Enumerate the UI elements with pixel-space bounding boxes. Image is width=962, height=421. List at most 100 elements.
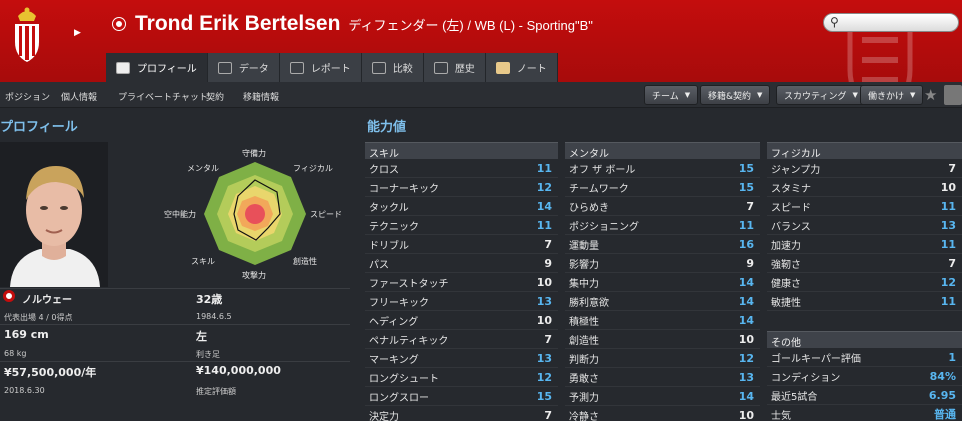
- tab-compare[interactable]: 比較: [361, 53, 424, 82]
- star-icon[interactable]: ★: [924, 86, 937, 104]
- attribute-value: 12: [536, 370, 552, 384]
- nav-arrow-icon[interactable]: ▶: [74, 28, 81, 38]
- interaction-button[interactable]: 働きかけ ▼: [860, 85, 924, 105]
- attribute-row[interactable]: 健康さ 12: [767, 273, 962, 292]
- attribute-value: 13: [940, 218, 956, 232]
- attribute-row[interactable]: スピード 11: [767, 197, 962, 216]
- transfer-contract-button[interactable]: 移籍&契約 ▼: [700, 85, 771, 105]
- attribute-value: 14: [536, 199, 552, 213]
- scouting-button[interactable]: スカウティング ▼: [776, 85, 866, 105]
- attribute-row[interactable]: スタミナ 10: [767, 178, 962, 197]
- skill-attributes-table: スキル クロス 11 コーナーキック 12 タックル 14 テクニック 11 ドリブル 7 パス 9 フ…: [365, 142, 558, 421]
- divider: [0, 324, 350, 325]
- other-header: その他: [767, 331, 962, 349]
- button-label: スカウティング: [784, 91, 847, 102]
- manager-avatar[interactable]: [944, 85, 962, 105]
- attribute-row[interactable]: ジャンプ力 7: [767, 159, 962, 178]
- attribute-row[interactable]: 冷静さ 10: [565, 406, 760, 421]
- attribute-row[interactable]: 敏捷性 11: [767, 292, 962, 311]
- attribute-row[interactable]: バランス 13: [767, 216, 962, 235]
- attribute-row[interactable]: 加速力 11: [767, 235, 962, 254]
- attribute-row[interactable]: 士気 普通: [767, 405, 962, 421]
- subnav-private-chat[interactable]: プライベートチャット: [118, 90, 208, 103]
- attribute-row[interactable]: コンディション 84%: [767, 367, 962, 386]
- subnav-contract[interactable]: 契約: [206, 90, 224, 103]
- tab-report[interactable]: レポート: [279, 53, 362, 82]
- attribute-row[interactable]: 強靭さ 7: [767, 254, 962, 273]
- attribute-row[interactable]: マーキング 13: [365, 349, 558, 368]
- subnav-position[interactable]: ポジション: [5, 90, 50, 103]
- attribute-name: ひらめき: [569, 202, 609, 214]
- attribute-value: 11: [738, 218, 754, 232]
- attribute-value: 13: [738, 370, 754, 384]
- attribute-row[interactable]: 創造性 10: [565, 330, 760, 349]
- attribute-name: ドリブル: [369, 240, 409, 252]
- attribute-name: 士気: [771, 410, 791, 421]
- attribute-name: ロングスロー: [369, 392, 429, 404]
- divider: [0, 361, 350, 362]
- tab-label: レポート: [310, 64, 351, 75]
- attribute-row[interactable]: 勇敢さ 13: [565, 368, 760, 387]
- attribute-value: 12: [738, 351, 754, 365]
- attribute-row[interactable]: テクニック 11: [365, 216, 558, 235]
- attribute-row[interactable]: 最近5試合 6.95: [767, 386, 962, 405]
- chevron-down-icon: ▼: [910, 91, 916, 99]
- tab-history[interactable]: 歴史: [423, 53, 486, 82]
- attribute-row[interactable]: コーナーキック 12: [365, 178, 558, 197]
- search-input[interactable]: ⚲: [823, 13, 959, 32]
- attribute-row[interactable]: ロングシュート 12: [365, 368, 558, 387]
- subnav-transfer-info[interactable]: 移籍情報: [243, 90, 279, 103]
- attribute-name: 勇敢さ: [569, 373, 599, 385]
- attribute-row[interactable]: パス 9: [365, 254, 558, 273]
- player-name: Trond Erik Bertelsen: [135, 12, 341, 35]
- attribute-row[interactable]: ファーストタッチ 10: [365, 273, 558, 292]
- attribute-name: 影響力: [569, 259, 599, 271]
- attribute-row[interactable]: 予測力 14: [565, 387, 760, 406]
- attribute-value: 6.95: [928, 388, 956, 402]
- attribute-name: ヘディング: [369, 316, 419, 328]
- attribute-name: 最近5試合: [771, 391, 818, 403]
- attribute-value: 15: [536, 389, 552, 403]
- attribute-name: タックル: [369, 202, 409, 214]
- attribute-row[interactable]: ひらめき 7: [565, 197, 760, 216]
- tab-profile[interactable]: プロフィール: [106, 53, 208, 82]
- tab-data[interactable]: データ: [207, 53, 280, 82]
- other-attributes-table: その他 ゴールキーパー評価 1 コンディション 84% 最近5試合 6.95 士気 普通: [767, 331, 962, 421]
- subnav-personal-info[interactable]: 個人情報: [61, 90, 97, 103]
- attribute-row[interactable]: ロングスロー 15: [365, 387, 558, 406]
- attribute-row[interactable]: 影響力 9: [565, 254, 760, 273]
- attribute-name: 積極性: [569, 316, 599, 328]
- attribute-row[interactable]: 積極性 14: [565, 311, 760, 330]
- history-icon: [433, 61, 448, 74]
- attribute-row[interactable]: フリーキック 13: [365, 292, 558, 311]
- tab-bar: プロフィール データ レポート 比較 歴史 ノート: [106, 53, 558, 82]
- attribute-row[interactable]: ペナルティキック 7: [365, 330, 558, 349]
- attribute-row[interactable]: ゴールキーパー評価 1: [767, 348, 962, 367]
- sub-navigation: ポジション 個人情報 プライベートチャット 契約 移籍情報 チーム ▼ 移籍&契約…: [0, 82, 962, 108]
- tab-notes[interactable]: ノート: [485, 53, 558, 82]
- attribute-row[interactable]: タックル 14: [365, 197, 558, 216]
- attribute-row[interactable]: ドリブル 7: [365, 235, 558, 254]
- attribute-value: 9: [746, 256, 754, 270]
- nationality[interactable]: ノルウェー: [22, 291, 72, 306]
- attribute-row[interactable]: 集中力 14: [565, 273, 760, 292]
- attribute-row[interactable]: クロス 11: [365, 159, 558, 178]
- attribute-row[interactable]: チームワーク 15: [565, 178, 760, 197]
- player-age: 32歳: [196, 293, 223, 306]
- attribute-row[interactable]: 判断力 12: [565, 349, 760, 368]
- attribute-value: 11: [940, 294, 956, 308]
- attribute-row[interactable]: ポジショニング 11: [565, 216, 760, 235]
- attribute-row[interactable]: 勝利意欲 14: [565, 292, 760, 311]
- attribute-row[interactable]: 運動量 16: [565, 235, 760, 254]
- player-weight: 68 kg: [4, 349, 27, 358]
- attribute-name: 集中力: [569, 278, 599, 290]
- radar-label-aerial: 空中能力: [164, 209, 196, 219]
- attribute-name: 強靭さ: [771, 259, 801, 271]
- attribute-value: 普通: [934, 408, 956, 421]
- club-badge-icon: [113, 18, 125, 30]
- attribute-row[interactable]: ヘディング 10: [365, 311, 558, 330]
- attribute-name: コンディション: [771, 372, 841, 384]
- attribute-row[interactable]: 決定力 7: [365, 406, 558, 421]
- team-button[interactable]: チーム ▼: [644, 85, 699, 105]
- attribute-row[interactable]: オフ ザ ボール 15: [565, 159, 760, 178]
